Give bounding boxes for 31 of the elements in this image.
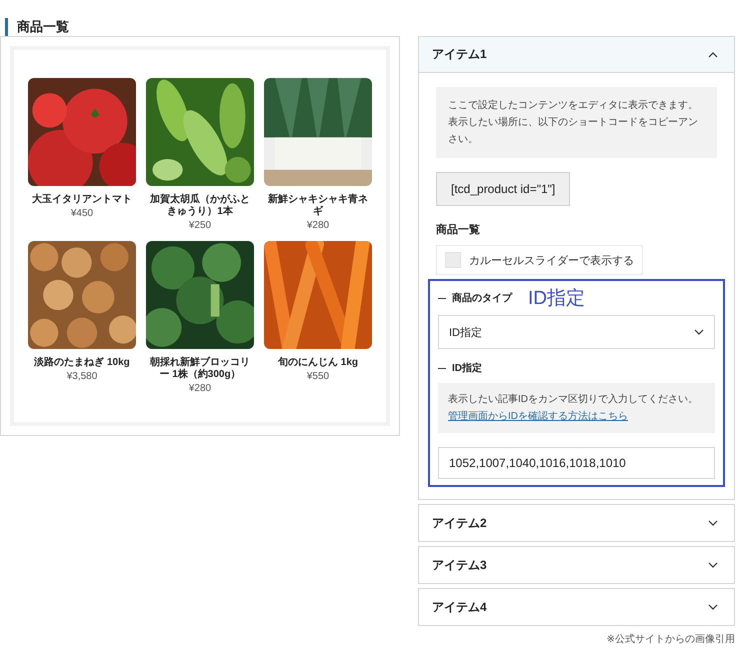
chevron-icon: [708, 604, 718, 610]
carousel-checkbox[interactable]: カルーセルスライダーで表示する: [436, 245, 643, 275]
field-label: ID指定: [452, 361, 482, 375]
info-note: ここで設定したコンテンツをエディタに表示できます。表示したい場所に、以下のショートコードをコピーアンさい。: [436, 87, 717, 158]
product-price: ¥280: [306, 220, 330, 231]
product-price: ¥280: [188, 383, 212, 394]
chevron-icon: [708, 520, 718, 526]
product-name: 旬のにんじん 1kg: [278, 357, 358, 369]
type-select[interactable]: ID指定: [438, 315, 715, 349]
product-name: 淡路のたまねぎ 10kg: [34, 357, 130, 369]
product-name: 朝採れ新鮮ブロッコリー 1株（約300g）: [148, 357, 251, 381]
product-price: ¥450: [70, 208, 94, 219]
product-name: 加賀太胡瓜（かがふときゅうり）1本: [149, 194, 251, 218]
annotation-text: ID指定: [528, 287, 585, 311]
product-price: ¥550: [306, 371, 330, 382]
section-title: 商品一覧: [436, 222, 481, 237]
product-name: 大玉イタリアントマト: [32, 194, 132, 206]
product-name: 新鮮シャキシャキ青ネギ: [267, 194, 369, 218]
help-text: 表示したい記事IDをカンマ区切りで入力してください。: [448, 392, 699, 407]
accordion-header[interactable]: アイテム1: [419, 37, 734, 73]
product-price: ¥3,580: [66, 371, 98, 382]
shortcode-button[interactable]: [tcd_product id="1"]: [436, 172, 570, 206]
help-link[interactable]: 管理画面からIDを確認する方法はこちら: [448, 408, 628, 425]
product-price: ¥250: [188, 220, 212, 231]
chevron-icon: [708, 562, 718, 568]
chevron-icon: [708, 52, 718, 58]
footnote: ※公式サイトからの画像引用: [606, 632, 735, 646]
field-label: 商品のタイプ: [452, 291, 512, 305]
chevron-icon: [694, 329, 704, 335]
checkbox-icon[interactable]: [445, 252, 461, 268]
id-input-field[interactable]: 1052,1007,1040,1016,1018,1010: [438, 447, 715, 479]
